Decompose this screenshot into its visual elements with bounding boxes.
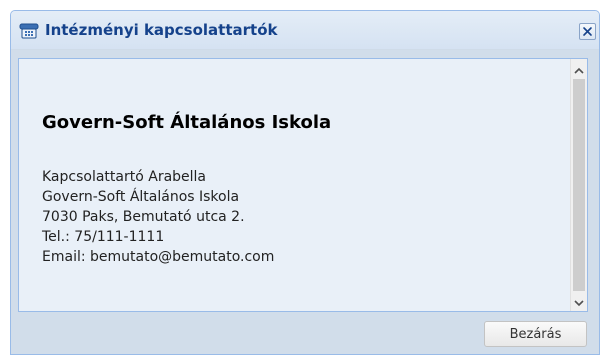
contact-address: 7030 Paks, Bemutató utca 2. [42,209,245,225]
contact-details: Kapcsolattartó Arabella Govern-Soft Álta… [42,167,274,267]
chevron-up-icon [574,59,584,78]
telephone-icon [19,23,39,39]
dialog-title: Intézményi kapcsolattartók [45,21,278,39]
close-dialog-button[interactable]: Bezárás [484,321,587,347]
scroll-down-button[interactable] [571,293,587,310]
contact-panel: Govern-Soft Általános Iskola Kapcsolatta… [18,58,588,312]
dialog-titlebar[interactable]: Intézményi kapcsolattartók [11,11,599,50]
contact-organization: Govern-Soft Általános Iskola [42,189,240,205]
contact-email: Email: bemutato@bemutato.com [42,249,275,265]
contacts-dialog: Intézményi kapcsolattartók Govern-Soft Á… [10,10,600,355]
chevron-down-icon [574,292,584,311]
scroll-up-button[interactable] [571,60,587,77]
vertical-scrollbar[interactable] [570,59,587,311]
contact-person: Kapcsolattartó Arabella [42,169,207,185]
contact-content: Govern-Soft Általános Iskola Kapcsolatta… [19,59,570,311]
organization-name: Govern-Soft Általános Iskola [42,112,332,133]
contact-phone: Tel.: 75/111-1111 [42,229,165,245]
close-icon [582,22,593,41]
scroll-thumb[interactable] [573,79,585,291]
close-button[interactable] [579,23,596,40]
